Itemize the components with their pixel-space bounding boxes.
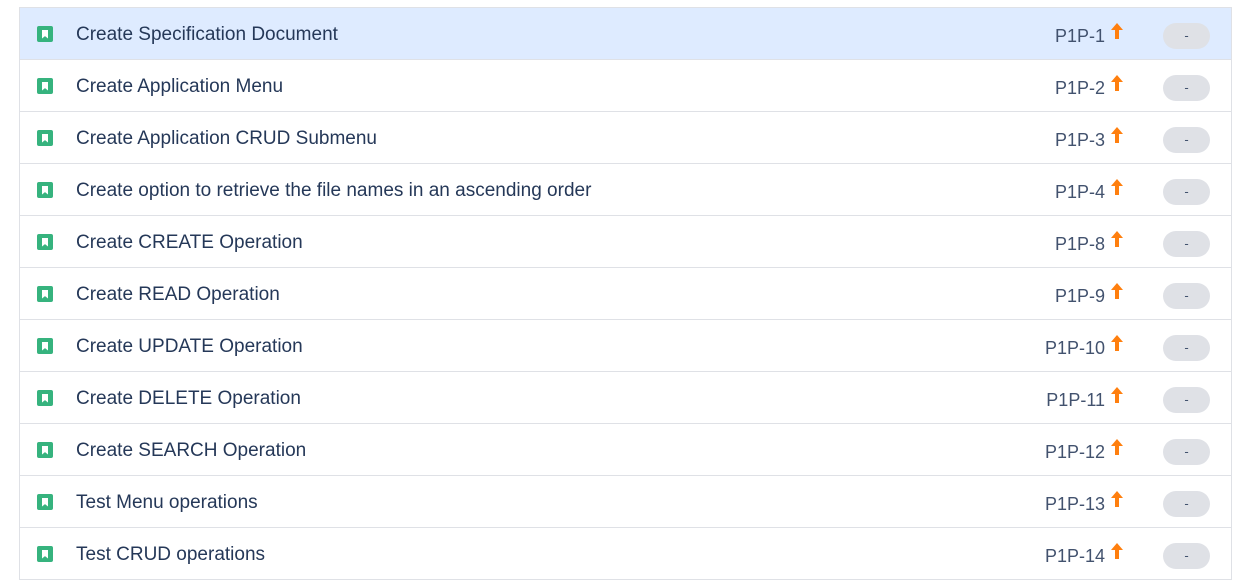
arrow-up-icon: [1111, 335, 1123, 351]
issue-summary[interactable]: Create Specification Document: [76, 24, 338, 46]
status-lozenge[interactable]: -: [1163, 179, 1210, 205]
arrow-up-icon: [1111, 231, 1123, 247]
issue-key[interactable]: P1P-14: [1045, 545, 1105, 567]
issue-summary[interactable]: Test CRUD operations: [76, 544, 265, 566]
issue-row[interactable]: Create SEARCH Operation P1P-12 -: [20, 424, 1231, 476]
story-bookmark-icon: [37, 546, 53, 562]
issue-summary[interactable]: Create Application Menu: [76, 76, 283, 98]
arrow-up-icon: [1111, 387, 1123, 403]
status-lozenge[interactable]: -: [1163, 335, 1210, 361]
arrow-up-icon: [1111, 439, 1123, 455]
story-bookmark-icon: [37, 442, 53, 458]
arrow-up-icon: [1111, 179, 1123, 195]
status-lozenge[interactable]: -: [1163, 543, 1210, 569]
arrow-up-icon: [1111, 543, 1123, 559]
arrow-up-icon: [1111, 23, 1123, 39]
story-bookmark-icon: [37, 494, 53, 510]
issue-key[interactable]: P1P-2: [1055, 77, 1105, 99]
issue-key[interactable]: P1P-12: [1045, 441, 1105, 463]
arrow-up-icon: [1111, 127, 1123, 143]
issue-summary[interactable]: Create READ Operation: [76, 284, 280, 306]
issue-row[interactable]: Create READ Operation P1P-9 -: [20, 268, 1231, 320]
arrow-up-icon: [1111, 75, 1123, 91]
issue-row[interactable]: Create Application Menu P1P-2 -: [20, 60, 1231, 112]
story-bookmark-icon: [37, 234, 53, 250]
issue-key[interactable]: P1P-11: [1046, 389, 1105, 411]
issue-key[interactable]: P1P-10: [1045, 337, 1105, 359]
issue-key[interactable]: P1P-9: [1055, 285, 1105, 307]
issue-summary[interactable]: Create CREATE Operation: [76, 232, 303, 254]
status-lozenge[interactable]: -: [1163, 283, 1210, 309]
issue-row[interactable]: Create DELETE Operation P1P-11 -: [20, 372, 1231, 424]
status-lozenge[interactable]: -: [1163, 127, 1210, 153]
issue-key[interactable]: P1P-13: [1045, 493, 1105, 515]
story-bookmark-icon: [37, 286, 53, 302]
issue-summary[interactable]: Create SEARCH Operation: [76, 440, 306, 462]
story-bookmark-icon: [37, 338, 53, 354]
issue-row[interactable]: Test CRUD operations P1P-14 -: [20, 528, 1231, 580]
issue-key[interactable]: P1P-4: [1055, 181, 1105, 203]
issue-row[interactable]: Test Menu operations P1P-13 -: [20, 476, 1231, 528]
issue-row[interactable]: Create CREATE Operation P1P-8 -: [20, 216, 1231, 268]
status-lozenge[interactable]: -: [1163, 75, 1210, 101]
story-bookmark-icon: [37, 182, 53, 198]
story-bookmark-icon: [37, 26, 53, 42]
issue-key[interactable]: P1P-3: [1055, 129, 1105, 151]
issue-row[interactable]: Create option to retrieve the file names…: [20, 164, 1231, 216]
issue-row[interactable]: Create UPDATE Operation P1P-10 -: [20, 320, 1231, 372]
issue-row[interactable]: Create Specification Document P1P-1 -: [20, 8, 1231, 60]
issue-key[interactable]: P1P-8: [1055, 233, 1105, 255]
arrow-up-icon: [1111, 491, 1123, 507]
arrow-up-icon: [1111, 283, 1123, 299]
status-lozenge[interactable]: -: [1163, 23, 1210, 49]
status-lozenge[interactable]: -: [1163, 439, 1210, 465]
issue-summary[interactable]: Create option to retrieve the file names…: [76, 180, 591, 202]
issue-summary[interactable]: Create UPDATE Operation: [76, 336, 303, 358]
status-lozenge[interactable]: -: [1163, 231, 1210, 257]
status-lozenge[interactable]: -: [1163, 387, 1210, 413]
issue-list: Create Specification Document P1P-1 - Cr…: [19, 7, 1232, 580]
issue-row[interactable]: Create Application CRUD Submenu P1P-3 -: [20, 112, 1231, 164]
story-bookmark-icon: [37, 78, 53, 94]
story-bookmark-icon: [37, 130, 53, 146]
issue-key[interactable]: P1P-1: [1055, 25, 1105, 47]
story-bookmark-icon: [37, 390, 53, 406]
issue-summary[interactable]: Create Application CRUD Submenu: [76, 128, 377, 150]
issue-summary[interactable]: Create DELETE Operation: [76, 388, 301, 410]
status-lozenge[interactable]: -: [1163, 491, 1210, 517]
issue-summary[interactable]: Test Menu operations: [76, 492, 258, 514]
